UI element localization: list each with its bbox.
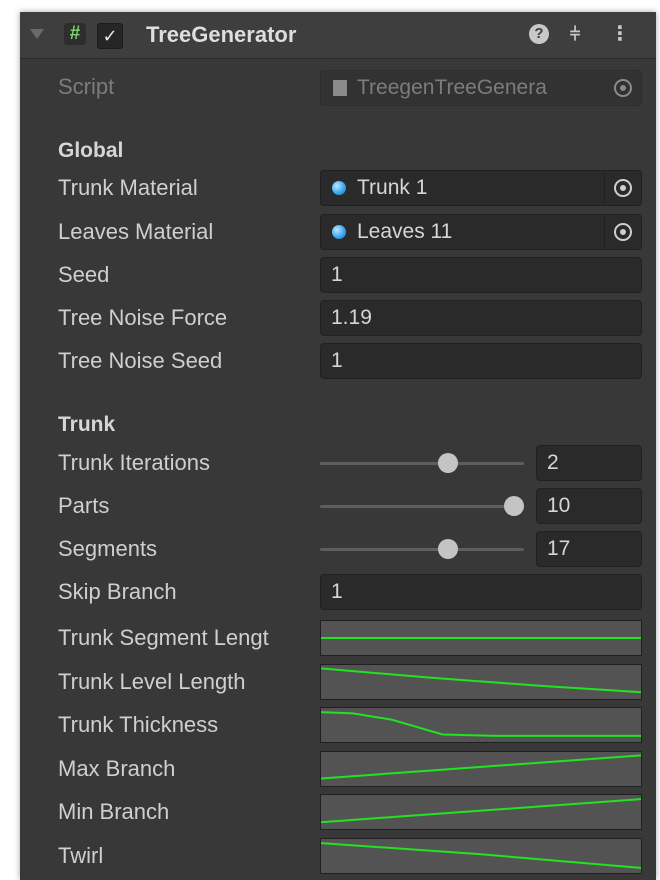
max-branch-curve-graph (321, 753, 641, 779)
segments-label: Segments (58, 536, 158, 561)
trunk-iterations-value: 2 (547, 451, 559, 474)
material-icon (332, 225, 346, 239)
trunk-segment-lengt-curve-graph (321, 637, 641, 639)
leaves-material-label: Leaves Material (58, 219, 214, 244)
trunk-iterations-input[interactable]: 2 (536, 445, 642, 481)
kebab-menu-icon[interactable]: ⋮ (609, 23, 631, 45)
inspector-panel: # ✓ TreeGenerator ? ⫩ ⋮ Script TreegenTr… (20, 12, 656, 880)
segments-input[interactable]: 17 (536, 531, 642, 567)
tree-noise-force-input[interactable]: 1.19 (320, 300, 642, 336)
trunk-thickness-curve-field[interactable] (320, 707, 642, 743)
max-branch-curve-line (321, 753, 641, 779)
trunk-thickness-curve-graph (321, 711, 641, 737)
section-global: Global (58, 139, 124, 162)
skip-branch-value: 1 (331, 580, 343, 603)
segments-slider-thumb[interactable] (438, 539, 459, 559)
seed-input[interactable]: 1 (320, 257, 642, 293)
trunk-material-field[interactable]: Trunk 1 (320, 170, 642, 206)
segments-value: 17 (547, 537, 571, 560)
parts-value: 10 (547, 494, 571, 517)
object-picker-icon[interactable] (604, 171, 641, 205)
help-icon[interactable]: ? (528, 23, 550, 45)
trunk-iterations-slider[interactable] (320, 462, 524, 465)
component-title: TreeGenerator (146, 22, 297, 47)
max-branch-label: Max Branch (58, 755, 176, 781)
script-label: Script (58, 74, 115, 99)
tree-noise-seed-label: Tree Noise Seed (58, 348, 223, 373)
twirl-label: Twirl (58, 842, 104, 868)
skip-branch-input[interactable]: 1 (320, 574, 642, 610)
tree-noise-force-value: 1.19 (331, 306, 372, 329)
parts-slider-thumb[interactable] (504, 496, 524, 516)
parts-slider[interactable] (320, 505, 524, 508)
twirl-curve-graph (321, 841, 641, 869)
trunk-segment-lengt-curve-field[interactable] (320, 620, 642, 656)
script-picker-icon (605, 71, 641, 105)
tree-noise-seed-input[interactable]: 1 (320, 343, 642, 379)
component-enabled-checkbox[interactable]: ✓ (97, 23, 123, 49)
trunk-level-length-curve-field[interactable] (320, 663, 642, 700)
trunk-material-value: Trunk 1 (357, 176, 428, 199)
tree-noise-force-label: Tree Noise Force (58, 305, 228, 330)
twirl-curve-field[interactable] (320, 837, 642, 874)
parts-input[interactable]: 10 (536, 488, 642, 524)
object-picker-icon[interactable] (604, 215, 641, 249)
max-branch-curve-field[interactable] (320, 750, 642, 787)
trunk-material-label: Trunk Material (58, 175, 198, 200)
script-hash-icon: # (64, 23, 86, 45)
min-branch-curve-field[interactable] (320, 794, 642, 830)
script-value: TreegenTreeGenera (357, 76, 547, 99)
script-field: TreegenTreeGenera (320, 70, 642, 106)
parts-label: Parts (58, 493, 110, 518)
trunk-level-length-curve-graph (321, 666, 641, 693)
trunk-segment-lengt-label: Trunk Segment Lengt (58, 625, 269, 650)
seed-label: Seed (58, 262, 110, 287)
trunk-iterations-slider-thumb[interactable] (438, 453, 459, 473)
leaves-material-field[interactable]: Leaves 11 (320, 214, 642, 250)
segments-slider[interactable] (320, 548, 524, 551)
leaves-material-value: Leaves 11 (357, 220, 453, 243)
min-branch-curve-graph (321, 798, 641, 824)
trunk-iterations-label: Trunk Iterations (58, 450, 211, 475)
tree-noise-seed-value: 1 (331, 349, 343, 372)
min-branch-label: Min Branch (58, 799, 170, 824)
trunk-level-length-label: Trunk Level Length (58, 668, 246, 694)
trunk-thickness-label: Trunk Thickness (58, 712, 219, 737)
foldout-arrow-icon[interactable] (30, 29, 44, 39)
skip-branch-label: Skip Branch (58, 579, 177, 604)
material-icon (332, 181, 346, 195)
trunk-level-length-curve-line (321, 666, 641, 693)
twirl-curve-line (321, 841, 641, 869)
script-file-icon (333, 80, 347, 96)
presets-icon[interactable]: ⫩ (564, 23, 586, 45)
trunk-thickness-curve-line (321, 711, 641, 737)
seed-value: 1 (331, 263, 343, 286)
checkmark-icon: ✓ (102, 26, 118, 46)
component-header[interactable]: # ✓ TreeGenerator ? ⫩ ⋮ (20, 12, 656, 59)
section-trunk: Trunk (58, 413, 116, 436)
min-branch-curve-line (321, 798, 641, 824)
